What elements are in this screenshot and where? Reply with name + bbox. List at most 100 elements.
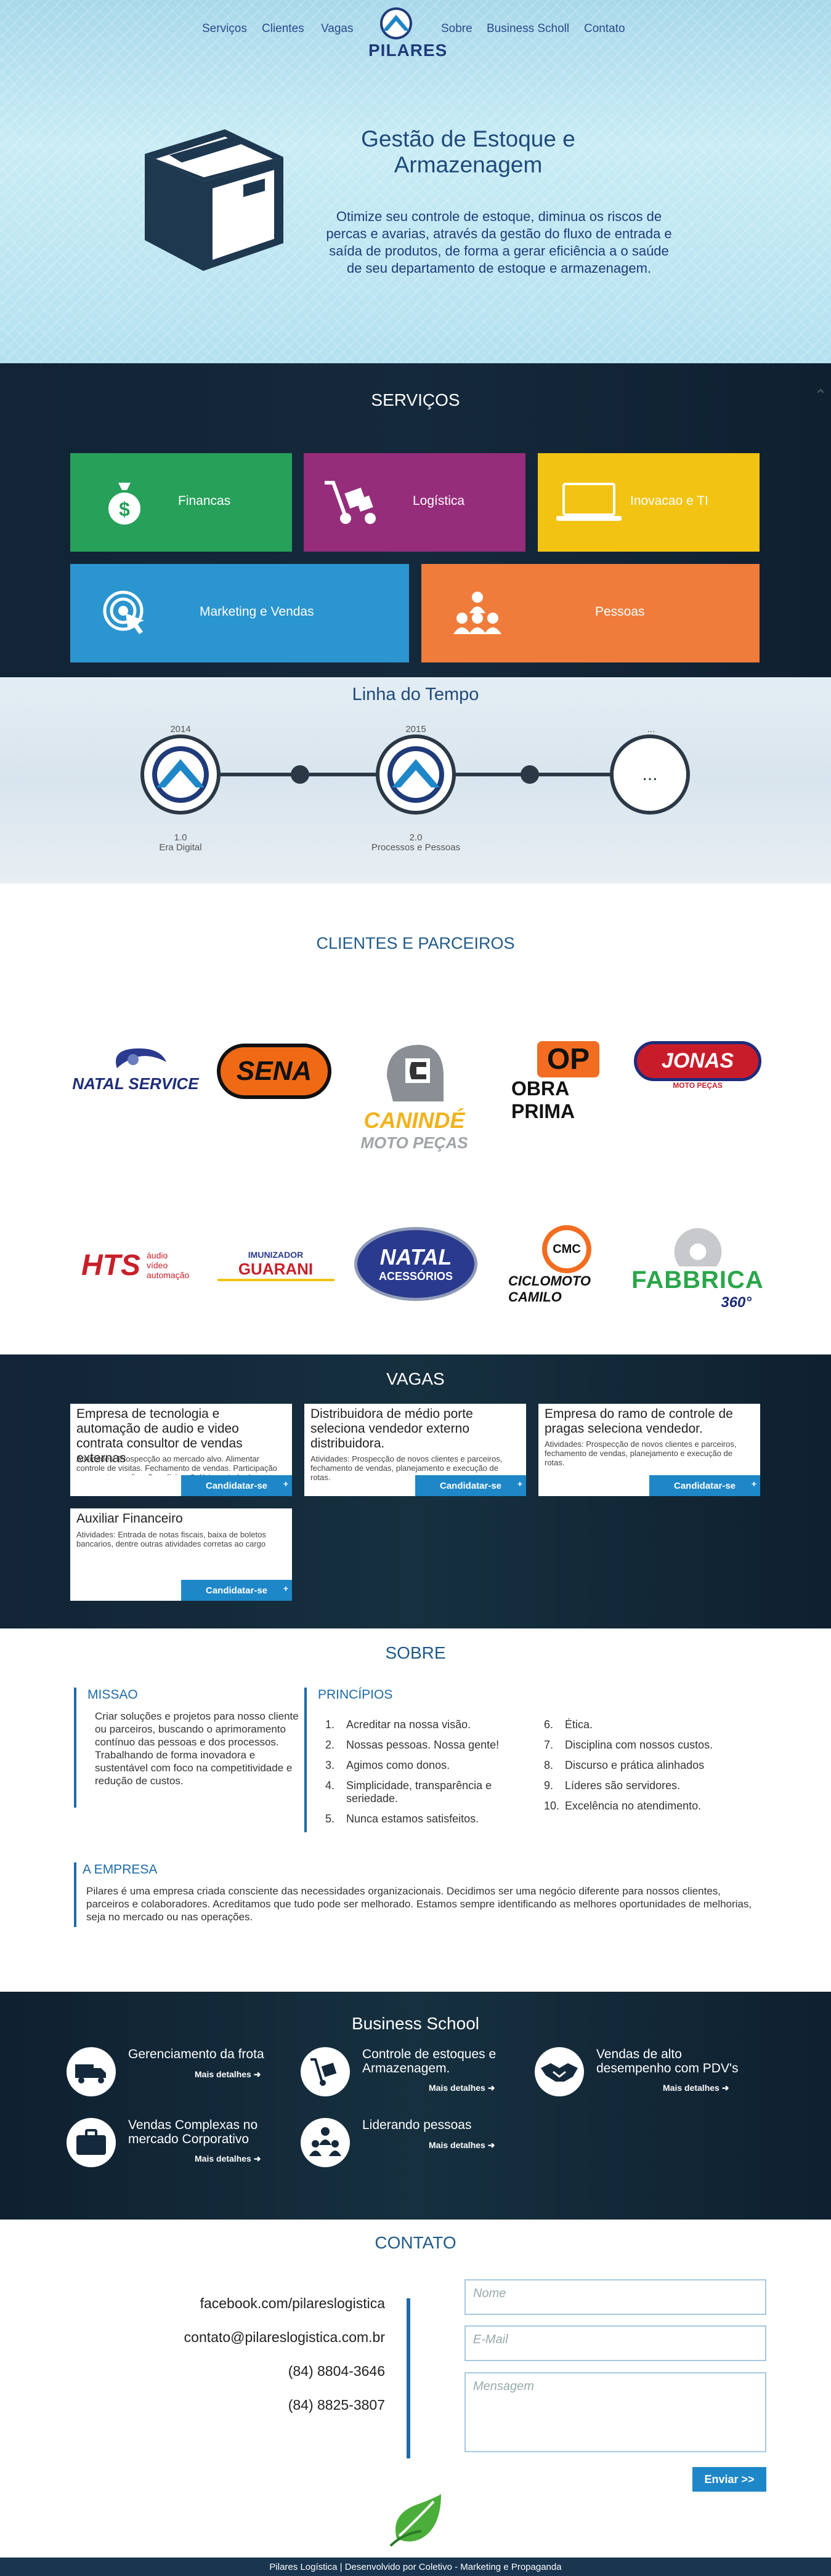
empresa-text: Pilares é uma empresa criada consciente … [86,1885,752,1923]
nav-vagas[interactable]: Vagas [321,22,353,36]
more-details-link[interactable]: Mais detalhes ➜ [429,2140,495,2151]
principio-item: 1. Acreditar na nossa visão. [325,1718,510,1731]
client-logo-hts[interactable]: HTS áudio vídeo automação [74,1241,197,1290]
client-logo-text: JONAS [633,1040,762,1081]
more-details-label: Mais detalhes [429,2140,485,2150]
nav-contato[interactable]: Contato [584,22,625,36]
services-title: SERVIÇOS [371,390,460,409]
nav-sobre[interactable]: Sobre [441,22,472,36]
pilares-logo-icon [387,746,444,803]
nav-business-school[interactable]: Business Scholl [487,22,569,36]
list-text: Disciplina com nossos custos. [565,1739,713,1751]
more-details-label: Mais detalhes [195,2069,251,2079]
more-details-label: Mais detalhes [429,2083,485,2093]
client-logo-fabbrica[interactable]: FABBRICA 360° [631,1225,764,1311]
more-details-link[interactable]: Mais detalhes ➜ [195,2154,261,2164]
timeline-section: Linha do Tempo 2014 2015 ... ... 1.0 Era… [0,677,831,883]
client-logo-natal-service[interactable]: NATAL SERVICE [71,1037,200,1099]
client-logo-jonas[interactable]: JONAS MOTO PEÇAS [631,1037,764,1093]
service-label: Logística [413,494,465,508]
email-field[interactable]: E-Mail [464,2325,766,2361]
laptop-icon [555,481,623,528]
apply-label: Candidatar-se [673,1480,736,1491]
list-text: Excelência no atendimento. [565,1800,702,1812]
send-button[interactable]: Enviar >> [692,2467,766,2492]
client-logo-ciclomoto[interactable]: CMC CICLOMOTO CAMILO [508,1225,625,1305]
client-logo-obra-prima[interactable]: OP OBRA PRIMA [511,1040,625,1122]
apply-button[interactable]: Candidatar-se + [649,1475,760,1496]
job-desc: Atividades: Entrada de notas fiscais, ba… [76,1530,266,1548]
client-logo-text: OBRA PRIMA [511,1077,575,1122]
sobre-section: SOBRE MISSAO Criar soluções e projetos p… [0,1628,831,1992]
list-number: 8. [544,1759,554,1771]
name-field[interactable]: Nome [464,2279,766,2315]
apply-button[interactable]: Candidatar-se + [415,1475,526,1496]
timeline-year: 2015 [405,724,426,735]
timeline-year: 2014 [170,724,191,735]
pilares-logo[interactable]: PILARES [368,6,447,68]
nav-servicos[interactable]: Serviços [202,22,247,36]
more-details-label: Mais detalhes [195,2154,251,2163]
principio-item: 6. Ética. [544,1718,753,1731]
timeline-year: ... [647,724,655,735]
business-school-section: Business School Gerenciamento da frota M… [0,1992,831,2220]
apply-label: Candidatar-se [439,1480,502,1491]
client-logo-caninde[interactable]: CANINDÉ MOTO PEÇAS [348,1034,480,1157]
saw-blade-icon [674,1228,721,1266]
timeline-node-2014[interactable] [140,735,221,815]
apply-button[interactable]: Candidatar-se + [181,1475,292,1496]
principio-item: 5. Nunca estamos satisfeitos. [325,1813,510,1825]
list-number: 6. [544,1718,554,1731]
list-text: Agimos como donos. [346,1759,450,1771]
hero-text: Otimize seu controle de estoque, diminua… [326,209,672,276]
client-logo-sena[interactable]: SENA [209,1037,339,1105]
missao-text: Criar soluções e projetos para nosso cli… [95,1710,299,1787]
more-details-link[interactable]: Mais detalhes ➜ [195,2069,261,2080]
more-details-label: Mais detalhes [663,2083,720,2093]
message-field[interactable]: Mensagem [464,2372,766,2452]
hero-title: Gestão de Estoque e Armazenagem [361,126,575,177]
timeline-node-2015[interactable] [376,735,456,815]
service-tile-financas[interactable]: $ Financas [70,453,292,552]
email-link[interactable]: contato@pilareslogistica.com.br [139,2329,385,2346]
facebook-link[interactable]: facebook.com/pilareslogistica [139,2295,385,2312]
scroll-up-icon[interactable]: ⌃ [814,387,827,405]
apply-label: Candidatar-se [205,1585,268,1596]
nav-clientes[interactable]: Clientes [262,22,304,36]
job-card: Auxiliar Financeiro Atividades: Entrada … [70,1508,292,1601]
clients-section: CLIENTES E PARCEIROS NATAL SERVICE SENA … [0,883,831,1354]
phone-2: (84) 8825-3807 [288,2397,385,2413]
service-tile-marketing[interactable]: Marketing e Vendas [70,564,409,662]
client-logo-natal-acessorios[interactable]: NATAL ACESSÓRIOS [351,1225,480,1302]
pilares-logo-icon [376,6,416,41]
client-logo-guarani[interactable]: IMUNIZADOR GUARANI [209,1244,342,1287]
timeline-node-future[interactable]: ... [610,735,690,815]
more-details-link[interactable]: Mais detalhes ➜ [663,2083,729,2093]
business-item: Gerenciamento da frota Mais detalhes ➜ [67,2047,288,2103]
business-item-title: Liderando pessoas [362,2118,472,2132]
service-label: Inovacao e TI [630,494,708,508]
principio-item: 8. Discurso e prática alinhados [544,1759,753,1772]
client-logo-subtext: áudio vídeo automação [147,1250,190,1280]
service-tile-pessoas[interactable]: Pessoas [421,564,760,662]
divider [217,1278,334,1281]
principio-item: 9. Líderes são servidores. [544,1779,753,1792]
list-number: 4. [325,1779,335,1792]
principio-item: 3. Agimos como donos. [325,1759,510,1772]
helmet-icon [386,1044,444,1101]
service-tile-inovacao[interactable]: Inovacao e TI [538,453,760,552]
more-details-link[interactable]: Mais detalhes ➜ [429,2083,495,2093]
list-number: 10. [544,1800,560,1812]
client-logo-badge: OP [537,1040,600,1077]
list-text: Discurso e prática alinhados [565,1759,705,1771]
business-item-title: Vendas Complexas no mercado Corporativo [128,2118,258,2146]
principio-item: 7. Disciplina com nossos custos. [544,1739,753,1752]
sobre-title: SOBRE [385,1643,446,1662]
business-item-title: Controle de estoques e Armazenagem. [362,2047,497,2075]
client-logo-text: HTS [81,1249,140,1282]
apply-button[interactable]: Candidatar-se + [181,1580,292,1601]
service-tile-logistica[interactable]: Logística [304,453,525,552]
principios-heading: PRINCÍPIOS [318,1688,393,1702]
timeline-label: Processos e Pessoas [371,842,461,853]
client-logo-subtext: 360° [721,1294,752,1311]
